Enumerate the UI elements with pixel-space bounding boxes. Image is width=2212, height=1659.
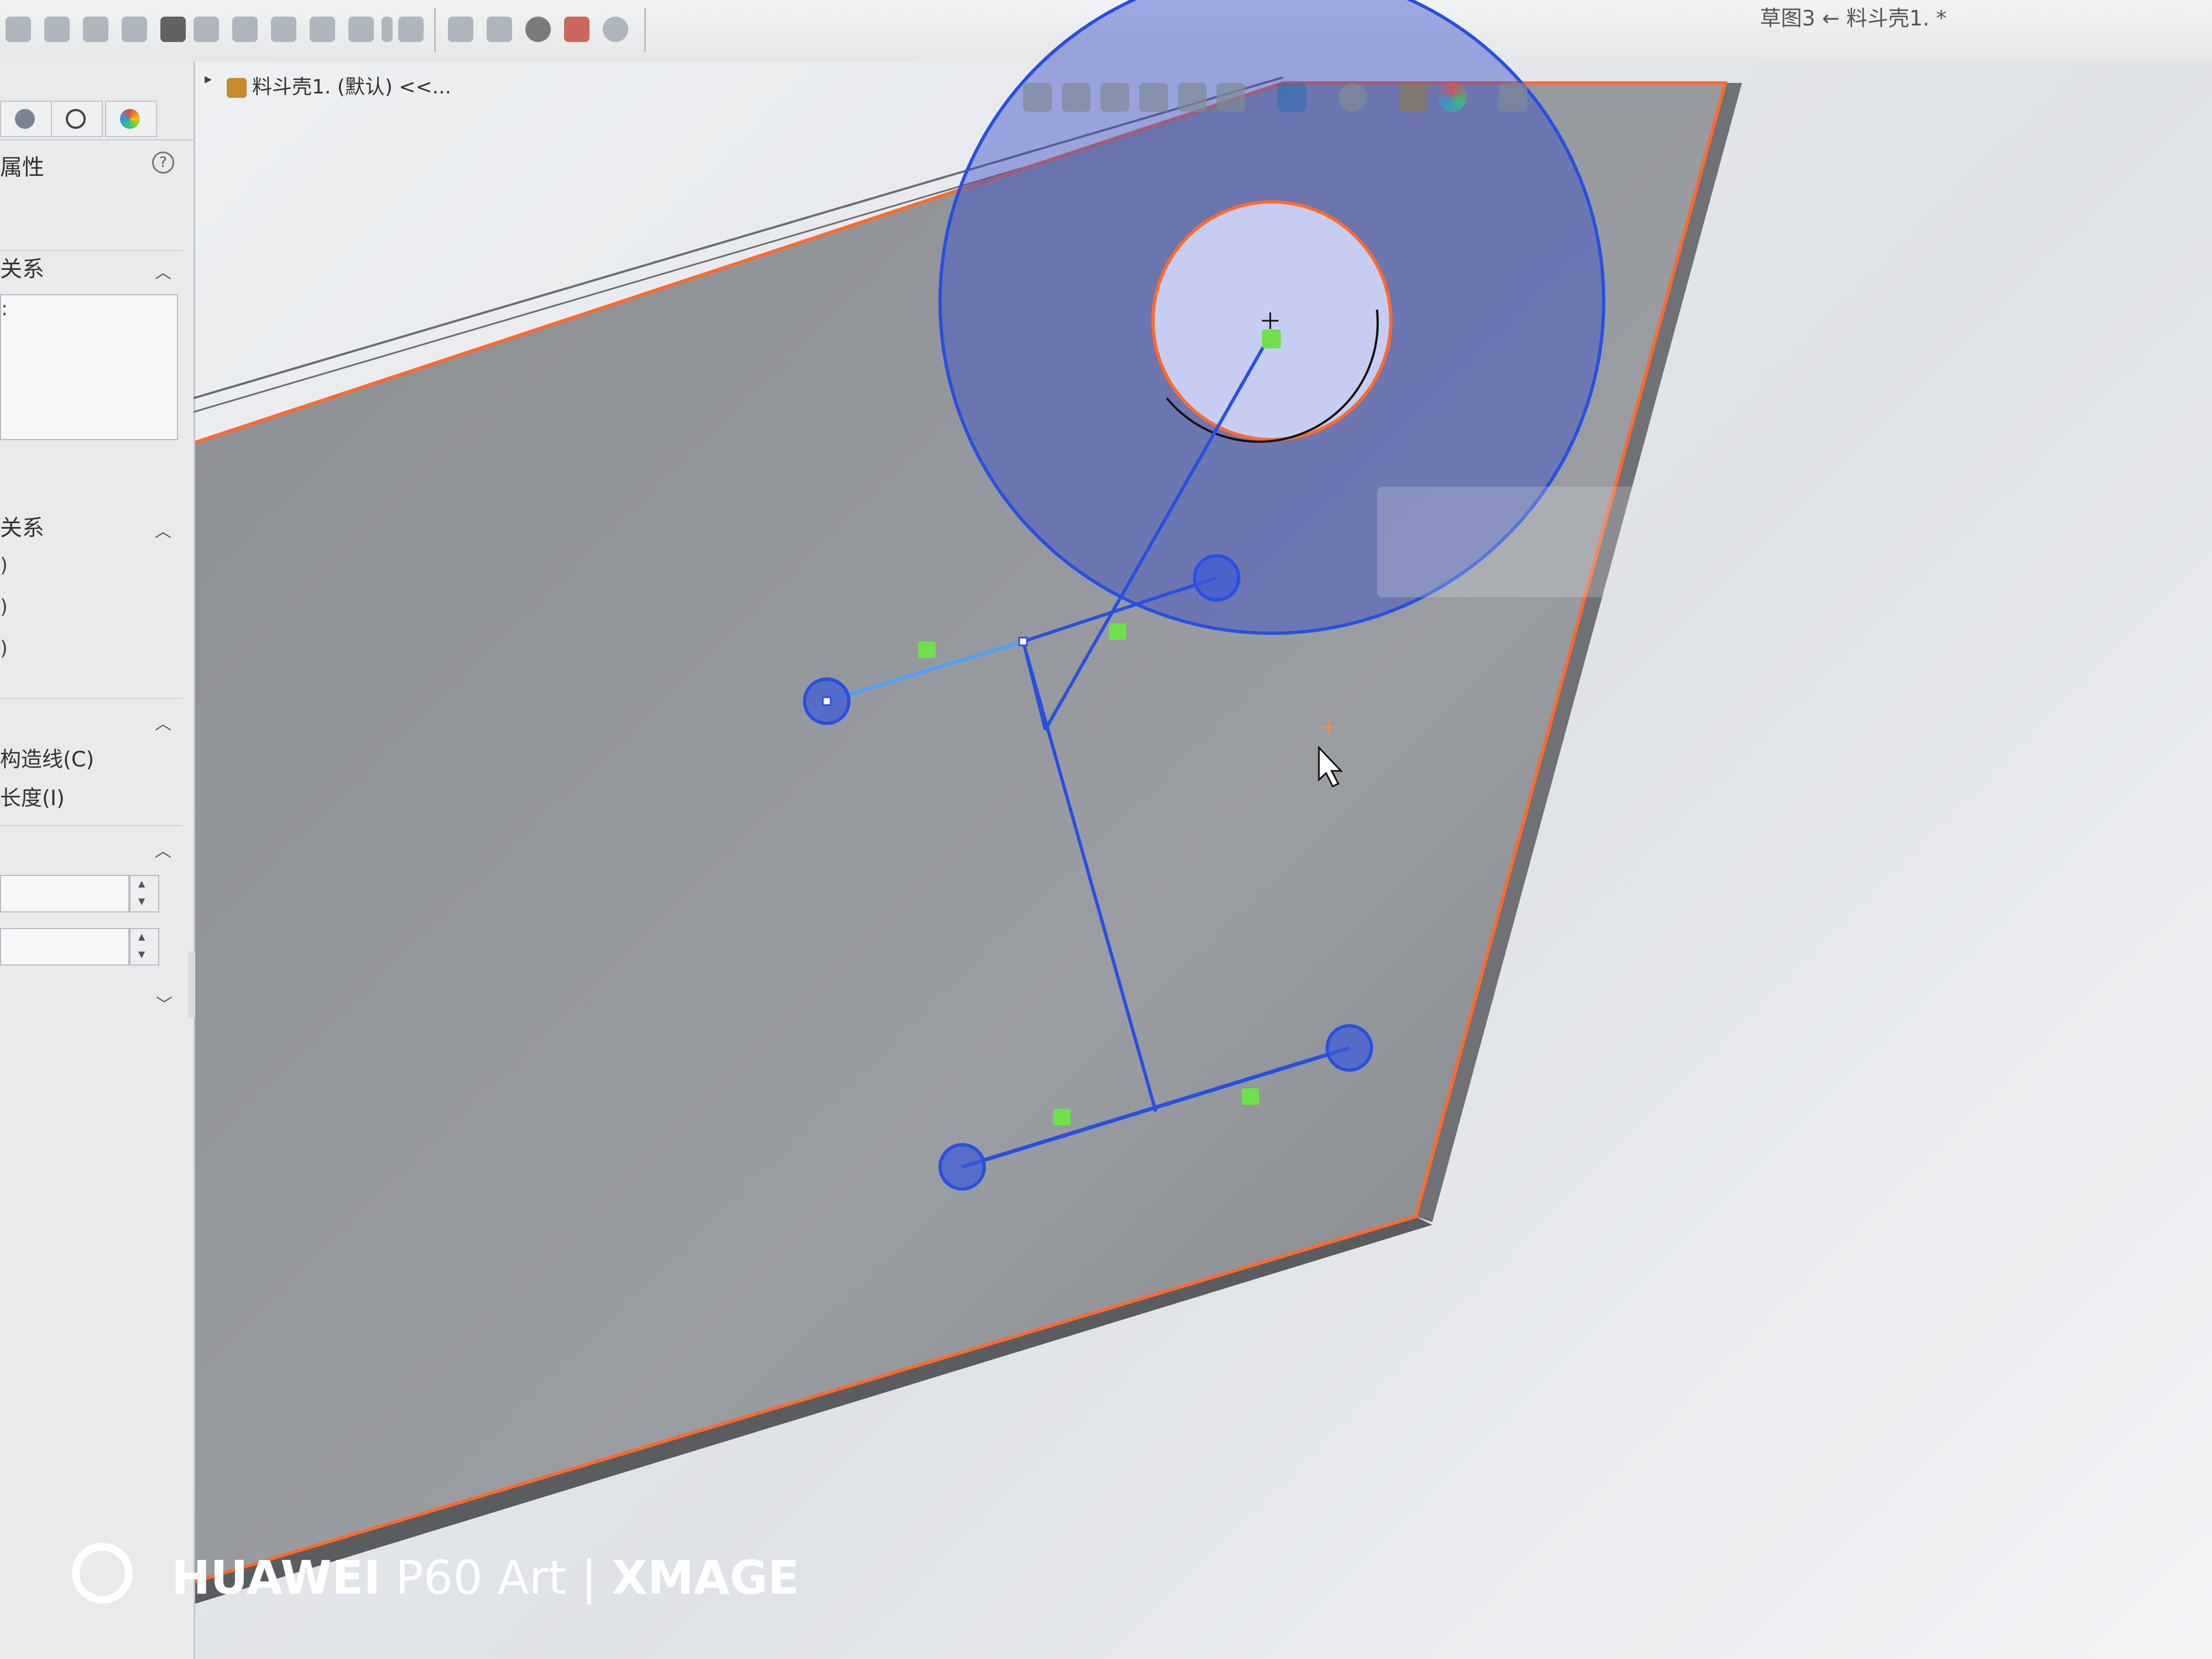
breadcrumb[interactable]: 料斗壳1. (默认) <<... xyxy=(227,71,451,100)
watermark-model: P60 Art xyxy=(395,1551,567,1605)
horizontal-relation-icon[interactable] xyxy=(918,641,936,658)
coincident-relation-icon[interactable] xyxy=(1262,330,1281,348)
zoom-area-icon[interactable] xyxy=(1062,83,1091,112)
horizontal-relation-icon[interactable] xyxy=(1241,1088,1259,1105)
previous-view-icon[interactable] xyxy=(1100,83,1129,112)
display-style-icon[interactable] xyxy=(1277,83,1306,112)
apply-scene-icon[interactable] xyxy=(1438,83,1467,112)
view-settings-icon[interactable] xyxy=(1499,83,1527,112)
sketch-vertex[interactable] xyxy=(822,696,832,706)
view-orientation-icon[interactable] xyxy=(1217,83,1245,112)
expand-arrow-icon[interactable]: ▸ xyxy=(205,71,212,87)
sketch-vertex[interactable] xyxy=(1018,637,1028,646)
sketch-point-circle[interactable] xyxy=(1326,1024,1373,1072)
watermark-divider: | xyxy=(581,1551,597,1605)
camera-ring-icon xyxy=(72,1543,133,1604)
sketch-point-circle[interactable] xyxy=(1193,554,1240,602)
sketch-point-circle[interactable] xyxy=(938,1143,986,1191)
context-toolbar[interactable] xyxy=(1377,487,1797,597)
watermark-tag: XMAGE xyxy=(612,1551,800,1605)
watermark-brand: HUAWEI xyxy=(171,1551,381,1605)
horizontal-relation-icon[interactable] xyxy=(1109,623,1126,640)
model-viewport[interactable] xyxy=(0,0,2212,1659)
watermark-text: HUAWEI P60 Art | XMAGE xyxy=(171,1551,800,1605)
hide-show-icon[interactable] xyxy=(1338,83,1367,112)
part-icon xyxy=(227,78,247,98)
zoom-fit-icon[interactable] xyxy=(1023,83,1052,112)
dynamic-annotation-icon[interactable] xyxy=(1178,83,1207,112)
section-view-icon[interactable] xyxy=(1139,83,1168,112)
edit-appearance-icon[interactable] xyxy=(1399,83,1428,112)
horizontal-relation-icon[interactable] xyxy=(1053,1109,1071,1125)
breadcrumb-label: 料斗壳1. (默认) <<... xyxy=(252,76,451,98)
